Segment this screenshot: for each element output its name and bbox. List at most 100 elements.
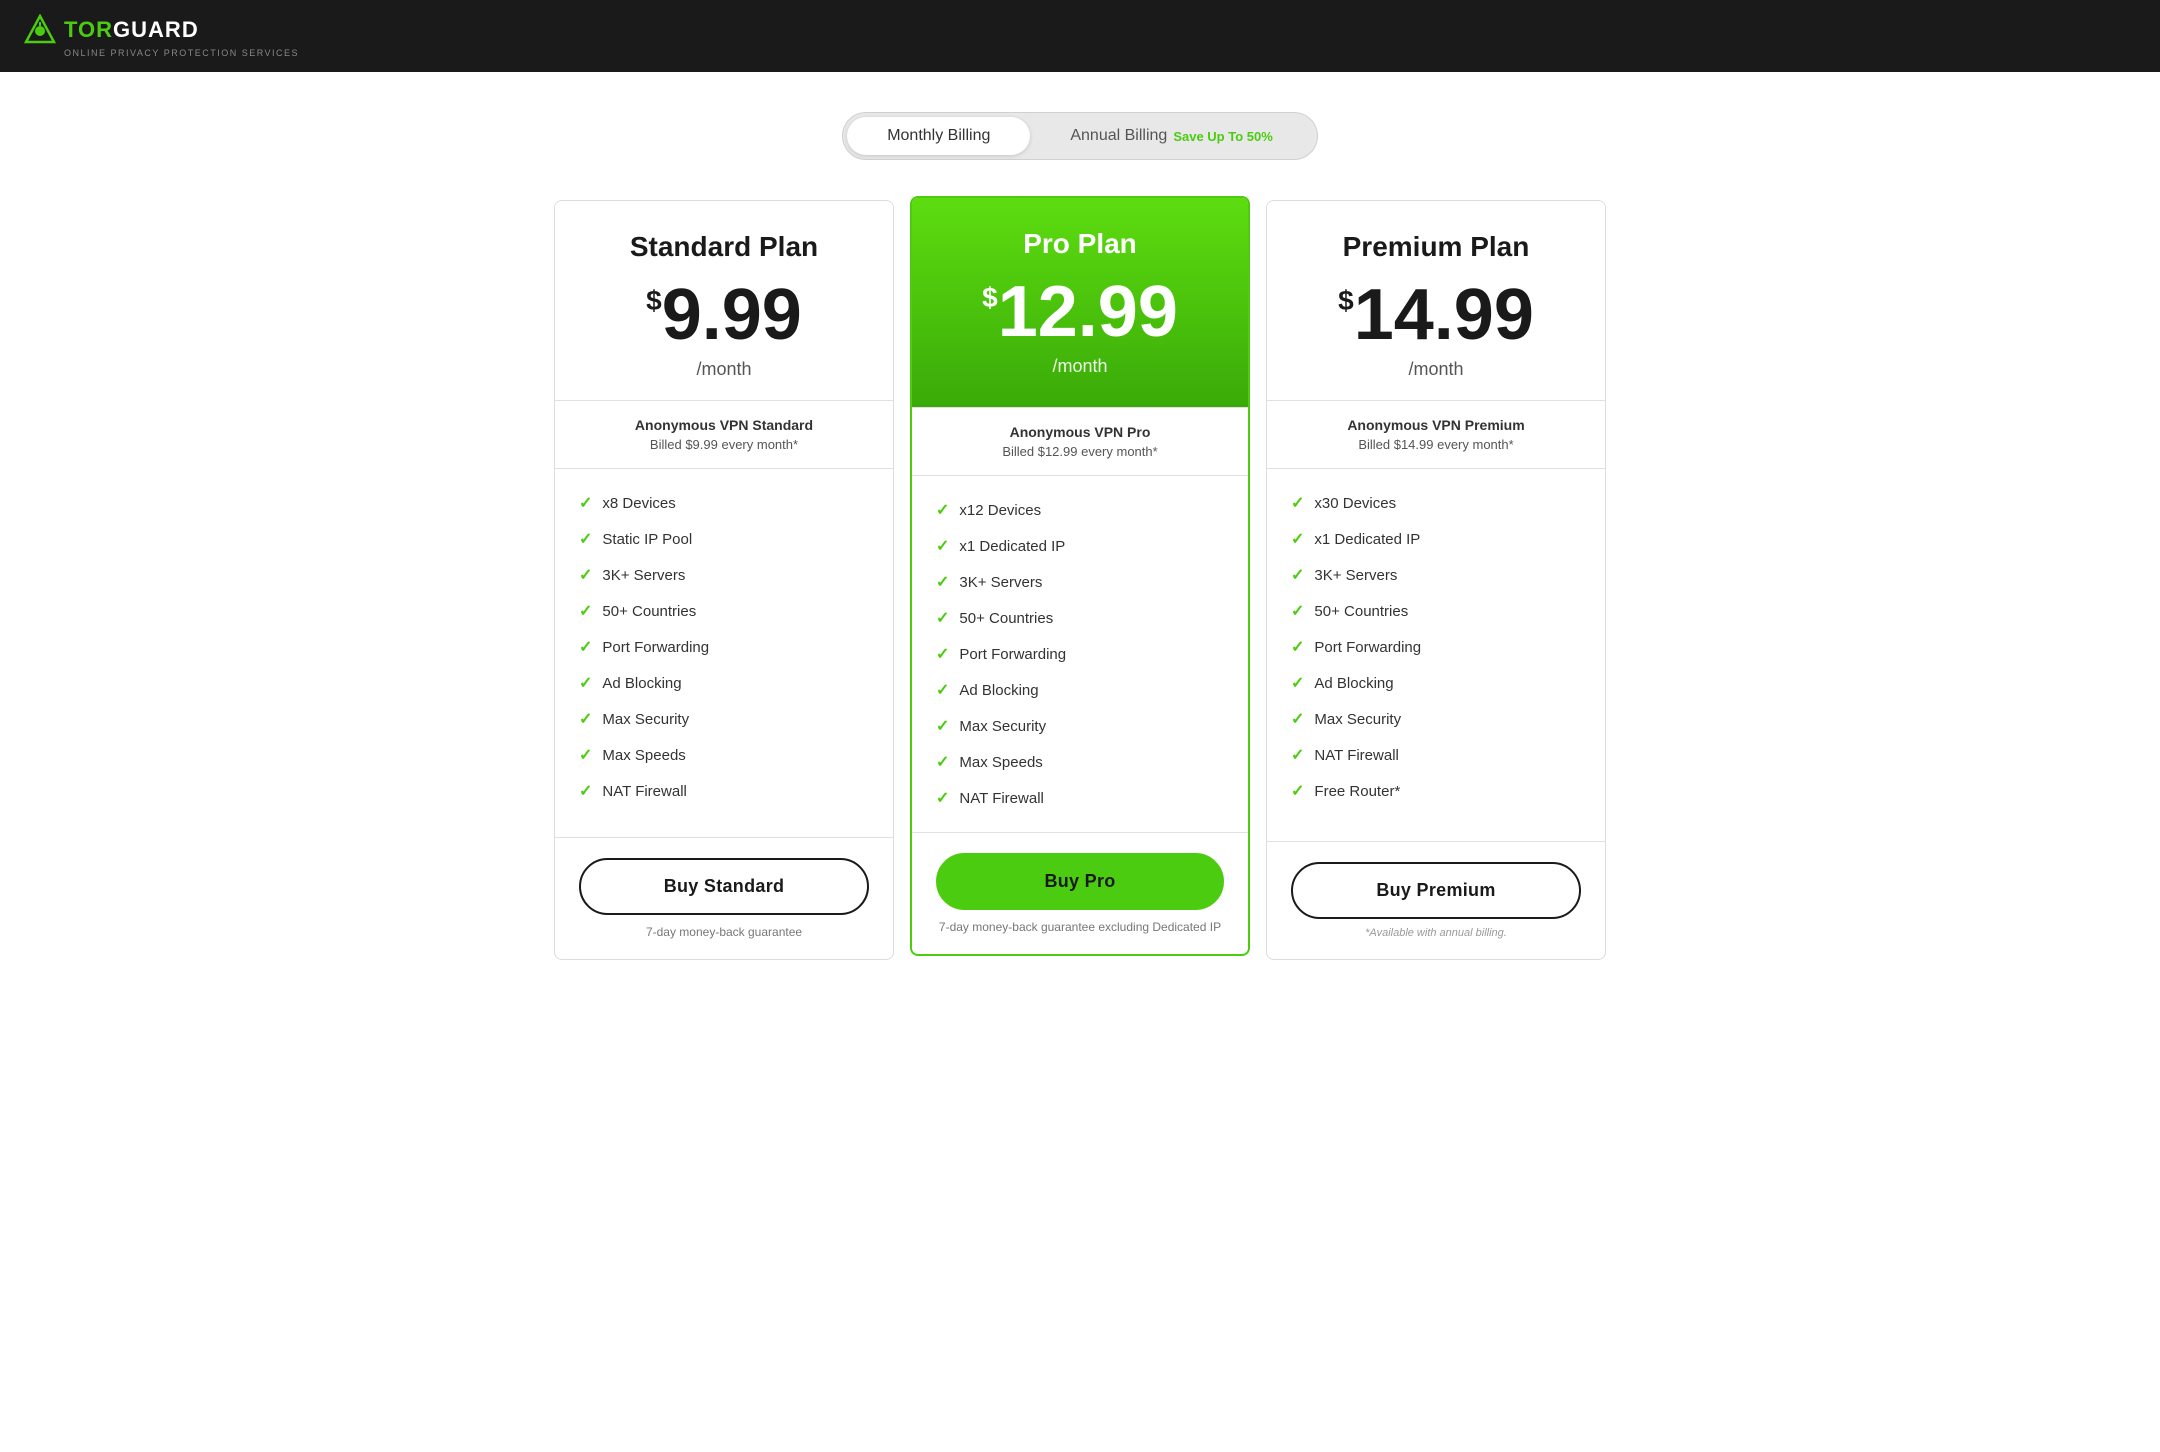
main-content: Monthly Billing Annual Billing Save Up T…	[0, 72, 2160, 1452]
feature-item: ✓ 50+ Countries	[1291, 593, 1581, 629]
feature-item: ✓ Port Forwarding	[1291, 629, 1581, 665]
feature-item: ✓ NAT Firewall	[936, 780, 1224, 816]
check-icon: ✓	[936, 500, 949, 520]
feature-item: ✓ 3K+ Servers	[1291, 557, 1581, 593]
feature-item: ✓ Max Speeds	[579, 737, 869, 773]
feature-item: ✓ 3K+ Servers	[936, 564, 1224, 600]
feature-text: x1 Dedicated IP	[959, 538, 1065, 555]
feature-item: ✓ x30 Devices	[1291, 485, 1581, 521]
feature-text: Max Security	[1314, 711, 1401, 728]
check-icon: ✓	[579, 781, 592, 801]
plan-body-pro: Anonymous VPN Pro Billed $12.99 every mo…	[912, 407, 1248, 475]
feature-text: Ad Blocking	[959, 682, 1038, 699]
price-dollar-standard: $	[646, 287, 662, 315]
plan-body-standard: Anonymous VPN Standard Billed $9.99 ever…	[555, 400, 893, 468]
buy-button-pro[interactable]: Buy Pro	[936, 853, 1224, 910]
guarantee-text-standard: 7-day money-back guarantee	[579, 925, 869, 939]
feature-text: Max Speeds	[602, 747, 685, 764]
check-icon: ✓	[936, 608, 949, 628]
check-icon: ✓	[1291, 529, 1304, 549]
plans-container: Standard Plan $ 9.99 /month Anonymous VP…	[530, 200, 1630, 960]
price-dollar-pro: $	[982, 284, 998, 312]
feature-text: 50+ Countries	[959, 610, 1053, 627]
feature-text: x12 Devices	[959, 502, 1041, 519]
feature-item: ✓ Static IP Pool	[579, 521, 869, 557]
feature-text: Port Forwarding	[1314, 639, 1421, 656]
check-icon: ✓	[936, 536, 949, 556]
logo: TORGUARD ONLINE PRIVACY PROTECTION SERVI…	[24, 14, 299, 58]
feature-item: ✓ Max Security	[1291, 701, 1581, 737]
price-period-premium: /month	[1287, 359, 1585, 380]
check-icon: ✓	[1291, 493, 1304, 513]
plan-price-pro: $ 12.99	[932, 276, 1228, 348]
billed-text-standard: Billed $9.99 every month*	[579, 437, 869, 452]
feature-text: Ad Blocking	[1314, 675, 1393, 692]
feature-item: ✓ x12 Devices	[936, 492, 1224, 528]
note-text-premium: *Available with annual billing.	[1291, 927, 1581, 939]
buy-button-standard[interactable]: Buy Standard	[579, 858, 869, 915]
check-icon: ✓	[1291, 673, 1304, 693]
features-list-pro: ✓ x12 Devices ✓ x1 Dedicated IP ✓ 3K+ Se…	[912, 475, 1248, 832]
feature-item: ✓ Max Security	[936, 708, 1224, 744]
check-icon: ✓	[1291, 745, 1304, 765]
check-icon: ✓	[579, 565, 592, 585]
feature-text: Port Forwarding	[602, 639, 709, 656]
annual-billing-option[interactable]: Annual Billing Save Up To 50%	[1030, 117, 1312, 155]
plan-header-premium: Premium Plan $ 14.99 /month	[1267, 201, 1605, 400]
price-amount-premium: 14.99	[1354, 279, 1534, 351]
feature-item: ✓ x8 Devices	[579, 485, 869, 521]
price-amount-standard: 9.99	[662, 279, 802, 351]
product-name-standard: Anonymous VPN Standard	[579, 417, 869, 433]
feature-item: ✓ Max Speeds	[936, 744, 1224, 780]
plan-card-pro: Pro Plan $ 12.99 /month Anonymous VPN Pr…	[910, 196, 1250, 956]
plan-cta-pro: Buy Pro 7-day money-back guarantee exclu…	[912, 832, 1248, 954]
features-list-standard: ✓ x8 Devices ✓ Static IP Pool ✓ 3K+ Serv…	[555, 468, 893, 837]
check-icon: ✓	[1291, 601, 1304, 621]
feature-text: Static IP Pool	[602, 531, 692, 548]
check-icon: ✓	[579, 601, 592, 621]
feature-text: Max Security	[602, 711, 689, 728]
feature-item: ✓ Ad Blocking	[1291, 665, 1581, 701]
feature-item: ✓ 50+ Countries	[579, 593, 869, 629]
plan-header-pro: Pro Plan $ 12.99 /month	[912, 198, 1248, 407]
annual-billing-label: Annual Billing	[1070, 127, 1167, 145]
check-icon: ✓	[579, 673, 592, 693]
check-icon: ✓	[1291, 709, 1304, 729]
plan-price-standard: $ 9.99	[575, 279, 873, 351]
annual-save-badge: Save Up To 50%	[1173, 129, 1272, 144]
feature-text: x1 Dedicated IP	[1314, 531, 1420, 548]
feature-item: ✓ Ad Blocking	[936, 672, 1224, 708]
check-icon: ✓	[1291, 781, 1304, 801]
feature-text: Free Router*	[1314, 783, 1400, 800]
billed-text-premium: Billed $14.99 every month*	[1291, 437, 1581, 452]
feature-text: 3K+ Servers	[959, 574, 1042, 591]
buy-button-premium[interactable]: Buy Premium	[1291, 862, 1581, 919]
check-icon: ✓	[936, 788, 949, 808]
price-period-standard: /month	[575, 359, 873, 380]
feature-text: x30 Devices	[1314, 495, 1396, 512]
plan-name-standard: Standard Plan	[575, 231, 873, 263]
plan-body-premium: Anonymous VPN Premium Billed $14.99 ever…	[1267, 400, 1605, 468]
feature-item: ✓ 3K+ Servers	[579, 557, 869, 593]
check-icon: ✓	[936, 680, 949, 700]
feature-text: 3K+ Servers	[602, 567, 685, 584]
feature-text: 3K+ Servers	[1314, 567, 1397, 584]
billed-text-pro: Billed $12.99 every month*	[936, 444, 1224, 459]
logo-text: TORGUARD	[64, 17, 199, 43]
check-icon: ✓	[579, 709, 592, 729]
plan-card-premium: Premium Plan $ 14.99 /month Anonymous VP…	[1266, 200, 1606, 960]
feature-text: Max Security	[959, 718, 1046, 735]
site-header: TORGUARD ONLINE PRIVACY PROTECTION SERVI…	[0, 0, 2160, 72]
monthly-billing-option[interactable]: Monthly Billing	[847, 117, 1030, 155]
billing-toggle-container: Monthly Billing Annual Billing Save Up T…	[20, 112, 2140, 160]
feature-text: 50+ Countries	[1314, 603, 1408, 620]
feature-text: NAT Firewall	[959, 790, 1043, 807]
feature-item: ✓ Max Security	[579, 701, 869, 737]
feature-item: ✓ x1 Dedicated IP	[1291, 521, 1581, 557]
logo-subtitle: ONLINE PRIVACY PROTECTION SERVICES	[64, 48, 299, 58]
plan-cta-premium: Buy Premium *Available with annual billi…	[1267, 841, 1605, 959]
check-icon: ✓	[579, 745, 592, 765]
feature-item: ✓ Ad Blocking	[579, 665, 869, 701]
check-icon: ✓	[579, 493, 592, 513]
plan-name-premium: Premium Plan	[1287, 231, 1585, 263]
